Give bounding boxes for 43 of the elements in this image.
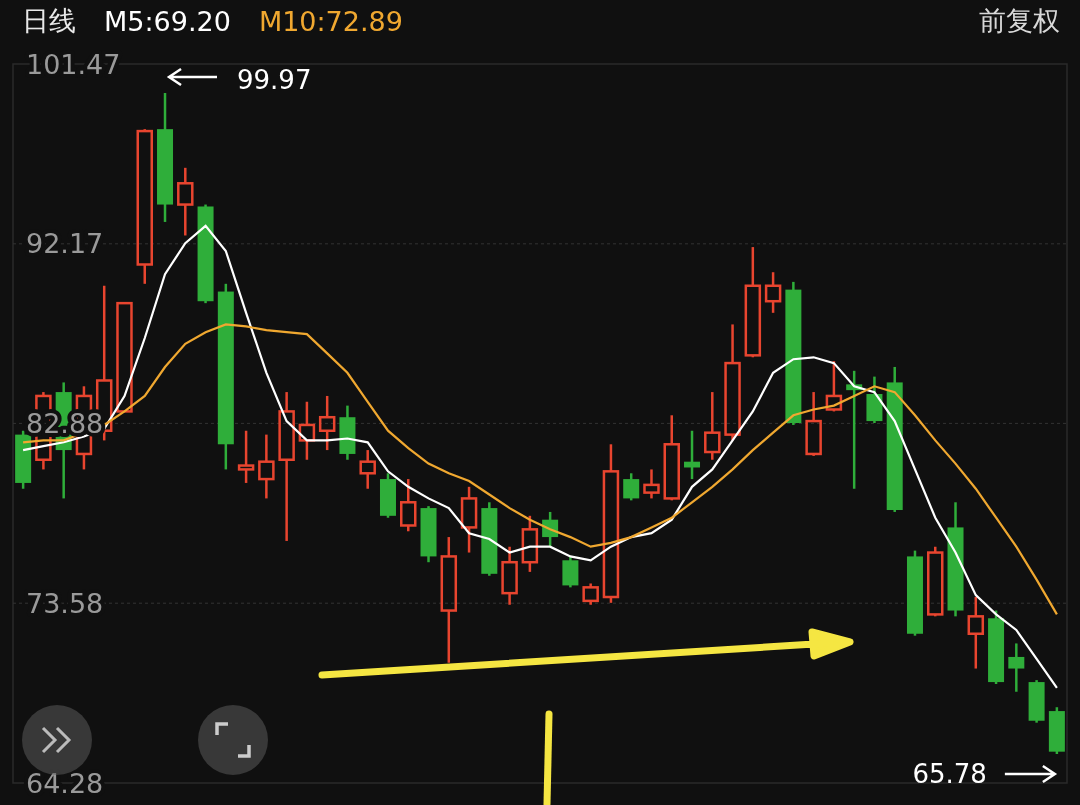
candlestick xyxy=(501,546,518,605)
candlestick xyxy=(866,376,883,423)
candlestick xyxy=(420,506,437,563)
moving-average-value: M5:69.20 xyxy=(104,5,231,37)
candlestick xyxy=(380,473,396,518)
candlestick xyxy=(562,556,579,588)
fullscreen-icon xyxy=(214,721,252,759)
candlestick xyxy=(1048,707,1065,754)
candlestick xyxy=(805,392,822,456)
candlestick xyxy=(643,469,660,499)
candlestick xyxy=(825,361,843,412)
min-price-label: 65.78 xyxy=(912,759,987,789)
candlestick xyxy=(927,546,944,617)
axis-tick-label: 64.28 xyxy=(26,767,104,799)
candlestick xyxy=(460,486,478,553)
axis-tick-label: 101.47 xyxy=(26,48,121,80)
candlestick xyxy=(521,515,539,572)
candlestick xyxy=(258,434,275,499)
axis-tick-label: 92.17 xyxy=(26,228,104,260)
candlestick xyxy=(298,401,316,460)
candlestick xyxy=(684,430,700,480)
max-price-label: 99.97 xyxy=(237,65,312,95)
candlestick xyxy=(318,395,336,451)
adjustment-label[interactable]: 前复权 xyxy=(979,3,1060,39)
candlestick xyxy=(582,583,599,605)
double-chevron-icon xyxy=(40,725,74,755)
candlestick xyxy=(704,392,721,460)
candlestick xyxy=(359,450,376,489)
candlestick xyxy=(400,479,417,532)
candlestick xyxy=(623,473,640,501)
arrow-icon xyxy=(166,67,219,87)
axis-tick-label: 73.58 xyxy=(26,587,104,619)
candlestick xyxy=(542,511,559,547)
candlestick xyxy=(1008,643,1025,692)
candlestick xyxy=(1028,680,1045,723)
moving-average-value: M10:72.89 xyxy=(258,5,403,37)
arrow-icon xyxy=(1003,764,1058,784)
candlestick xyxy=(237,430,255,483)
candlestick xyxy=(339,405,356,460)
period-label[interactable]: 日线 xyxy=(22,3,76,39)
candlestick xyxy=(967,597,985,669)
candlestick xyxy=(764,272,782,313)
candlestick xyxy=(177,167,194,236)
